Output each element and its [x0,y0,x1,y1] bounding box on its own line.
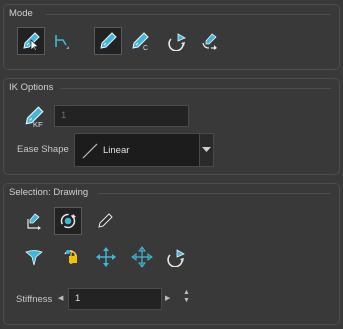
move-cross-icon [96,247,116,267]
keyframe-value-field[interactable]: 1 [54,105,189,127]
transform-tool-button[interactable] [17,27,45,55]
move-cross-alt-icon [131,246,153,268]
bone-constraint-tool-button[interactable]: C [126,27,154,55]
mode-title: Mode [9,8,33,19]
bone-outline-button[interactable] [91,207,119,235]
rotate-arrow-icon [167,249,185,267]
linear-curve-icon [82,143,98,159]
bone-resize-icon [27,213,41,230]
svg-text:KF: KF [33,120,43,127]
rotate-arrow-icon [168,33,186,51]
rotate-button[interactable] [162,243,190,271]
bone-outline-icon [98,213,113,228]
ease-shape-dropdown-arrow[interactable] [199,133,214,167]
ease-shape-value: Linear [103,145,130,156]
ease-shape-label: Ease Shape [17,144,69,155]
bone-resize-button[interactable] [20,207,48,235]
mode-divider [46,14,331,15]
svg-text:C: C [143,45,148,51]
rotate-cycle-icon [60,213,76,229]
transform-cursor-icon [21,31,41,51]
bone-swap-icon [202,33,217,50]
stiffness-increment-button[interactable]: ▶ [165,294,170,302]
stiffness-spinner[interactable]: ▲ ▼ [183,289,190,305]
stiffness-decrement-button[interactable]: ◀ [58,294,63,302]
ease-shape-dropdown[interactable]: Linear [74,133,200,167]
flip-button[interactable] [20,243,48,271]
keyframe-tool-button[interactable]: KF [20,102,48,130]
rotate-tool-button[interactable] [163,27,191,55]
lock-bone-icon [64,250,77,264]
selection-group: Selection: Drawing Stiffness ◀ 1 ▶ ▲ ▼ [3,183,340,325]
hierarchy-icon [55,35,69,49]
hierarchy-tool-button[interactable] [47,27,75,55]
selection-divider [98,193,331,194]
ik-options-group: IK Options KF 1 Ease Shape Linear [3,78,340,175]
bone-keyframe-icon: KF [23,105,45,127]
ik-options-divider [60,88,331,89]
selection-title: Selection: Drawing [9,187,89,198]
stiffness-label: Stiffness [16,294,53,305]
bone-swap-tool-button[interactable] [196,27,224,55]
rotate-cycle-button[interactable] [54,207,82,235]
stiffness-field[interactable]: 1 [68,288,162,310]
ik-options-title: IK Options [9,82,54,93]
bone-rotate-icon [98,31,118,51]
move-button[interactable] [92,243,120,271]
bone-constraint-icon: C [130,31,150,51]
mode-group: Mode C [3,4,340,70]
flip-icon [25,250,43,266]
move-alt-button[interactable] [128,243,156,271]
chevron-down-icon [202,147,211,152]
bone-rotate-tool-button[interactable] [94,27,122,55]
lock-bone-button[interactable] [57,243,85,271]
